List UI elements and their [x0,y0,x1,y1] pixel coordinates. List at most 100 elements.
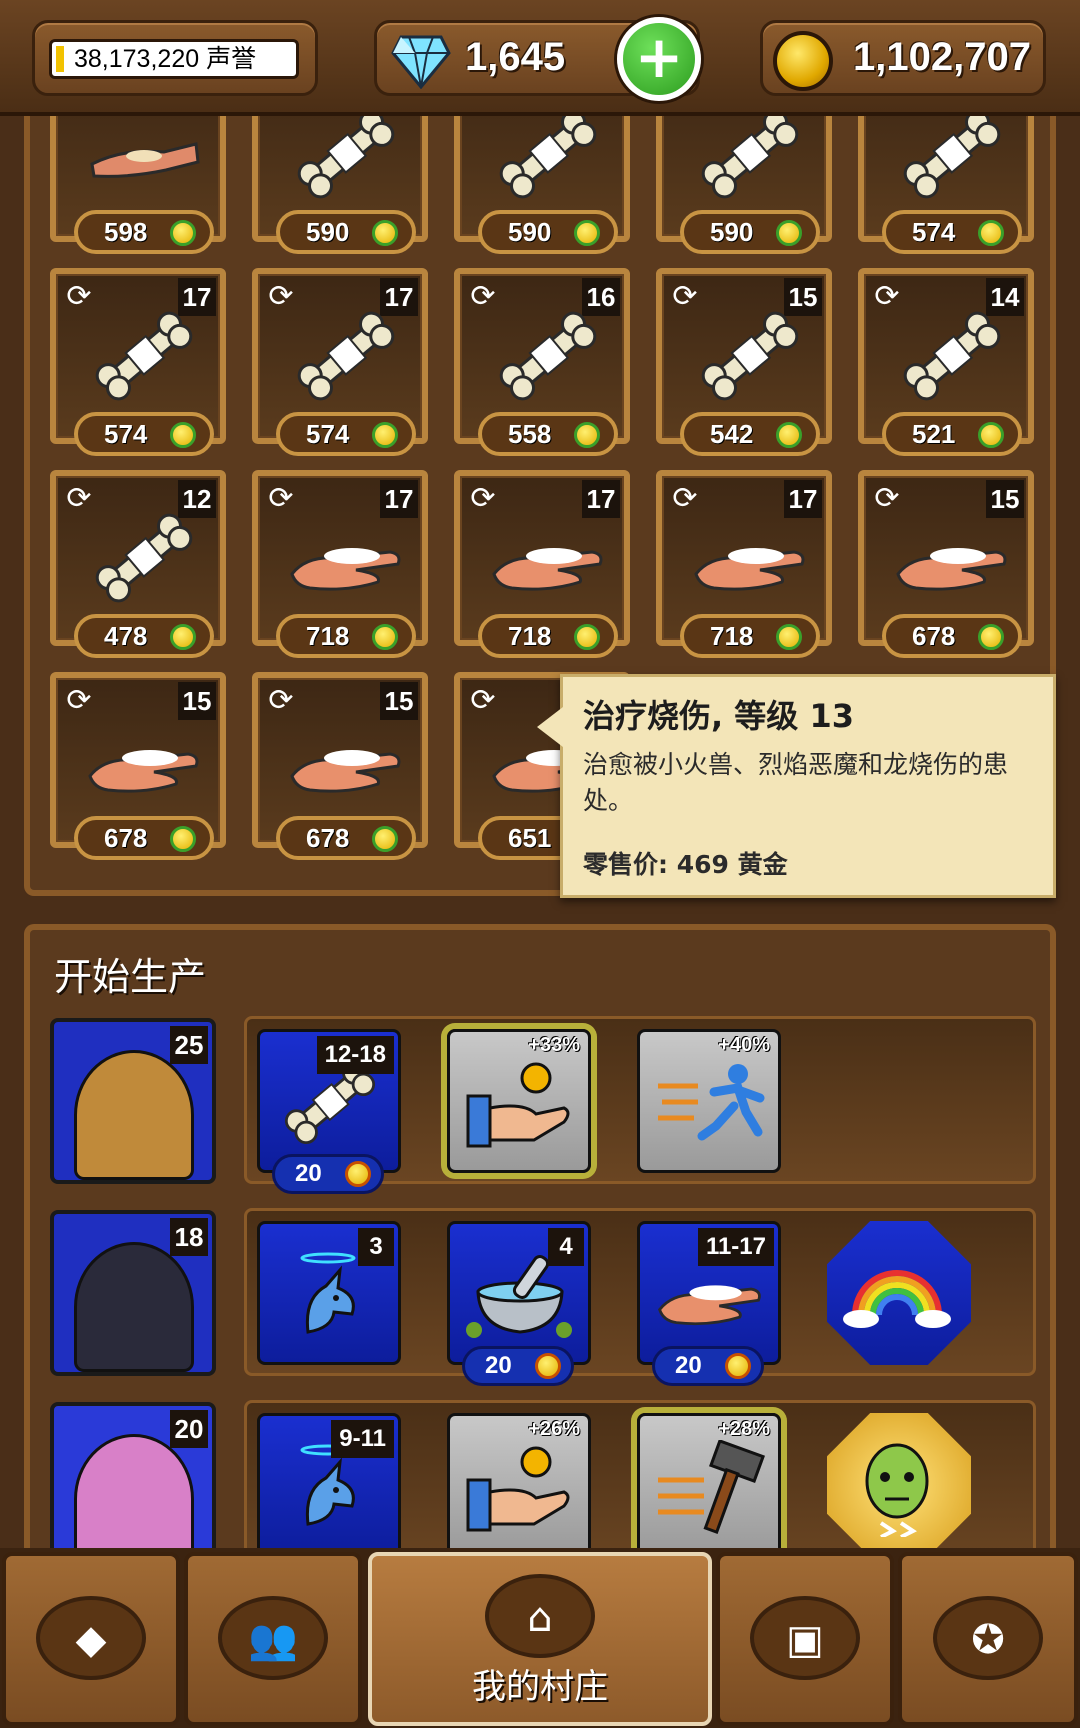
item-price: 558 [478,412,618,456]
card-cost-value: 20 [675,1352,702,1379]
bandaged-bone-icon [84,508,204,608]
item-price-value: 590 [508,217,552,247]
production-panel: 开始生产 25 12-18 20 +33% +40% 18 3 4 20 11-17 20 20 9-1… [24,924,1056,1564]
bandaged-bone-icon [892,104,1012,204]
bandaged-bone-icon [690,104,810,204]
inventory-slot[interactable]: ⟳ 15 678 [252,672,428,860]
tooltip-title: 治疗烧伤, 等级 13 [583,697,854,735]
item-price: 542 [680,412,820,456]
production-card-unicorn[interactable]: 3 [257,1221,401,1365]
gem-icon: ◆ [36,1596,146,1680]
burn-hand-icon [286,710,406,810]
item-tooltip: 治疗烧伤, 等级 13 治愈被小火兽、烈焰恶魔和龙烧伤的患处。 零售价: 469… [537,674,1056,898]
gold-panel[interactable]: 1,102,707 [760,20,1046,96]
nav-tab-gem[interactable]: ◆ [2,1552,180,1726]
bandaged-bone-icon [286,306,406,406]
gold-coin-icon [170,220,196,246]
bandaged-bone-icon [690,306,810,406]
gold-coin-icon [372,422,398,448]
card-cost: 20 [652,1346,764,1386]
production-card-unicorn[interactable]: 9-11 [257,1413,401,1557]
gold-coin-icon [725,1353,751,1379]
bandaged-bone-icon [84,306,204,406]
item-price-value: 718 [710,621,754,651]
item-price-value: 718 [508,621,552,651]
production-card-zombie[interactable] [827,1413,971,1557]
worker-portrait[interactable]: 20 [50,1402,216,1564]
bandaged-bone-icon [488,306,608,406]
card-bonus-percent: +40% [718,1034,770,1056]
item-price-value: 678 [306,823,350,853]
item-price: 574 [882,210,1022,254]
inventory-slot[interactable]: ⟳17574 [252,268,428,456]
gold-coin-icon [574,422,600,448]
inventory-slot[interactable]: ⟳ 16 558 [454,268,630,456]
item-price: 678 [276,816,416,860]
item-price-value: 574 [912,217,956,247]
item-price: 590 [478,210,618,254]
worker-avatar [74,1242,194,1372]
item-price: 590 [680,210,820,254]
production-card-bone[interactable]: 12-18 20 [257,1029,401,1194]
worker-portrait[interactable]: 25 [50,1018,216,1184]
inventory-slot[interactable]: ⟳ 15 678 [50,672,226,860]
inventory-slot[interactable]: ⟳ 17 718 [454,470,630,658]
inventory-slot[interactable]: ⟳17574 [858,96,1034,254]
run-icon [654,1056,766,1156]
gold-coin-icon [170,624,196,650]
nav-tab-house[interactable]: ⌂ 我的村庄 [368,1552,712,1726]
inventory-slot[interactable]: ⟳16590 [252,96,428,254]
tooltip-description: 治愈被小火兽、烈焰恶魔和龙烧伤的患处。 [583,750,1009,815]
item-price-value: 574 [306,419,350,449]
worker-level-badge: 25 [170,1026,208,1064]
production-card-sell[interactable]: +33% [447,1029,591,1173]
production-title: 开始生产 [54,955,207,999]
gold-coin-icon [978,220,1004,246]
inventory-slot[interactable]: ⟳ 17 718 [656,470,832,658]
inventory-slot[interactable]: ⟳12598 [50,96,226,254]
item-price-value: 598 [104,217,148,247]
production-card-mortar[interactable]: 4 20 [447,1221,591,1386]
item-price: 521 [882,412,1022,456]
burn-hand-icon [892,508,1012,608]
production-card-hand[interactable]: 11-17 20 [637,1221,781,1386]
hammer-icon [654,1438,766,1540]
item-price: 598 [74,210,214,254]
card-level-tag: 11-17 [697,1228,774,1266]
production-card-sell[interactable]: +26% [447,1413,591,1557]
gold-coin-icon [372,624,398,650]
gold-coin-icon [776,220,802,246]
inventory-slot[interactable]: ⟳ 15 678 [858,470,1034,658]
item-price-value: 678 [104,823,148,853]
item-price-value: 542 [710,419,754,449]
bandaged-bone-icon [488,104,608,204]
production-card-hammer[interactable]: +28% [637,1413,781,1557]
people-icon: 👥 [218,1596,328,1680]
inventory-slot[interactable]: ⟳ 12 478 [50,470,226,658]
house-icon: ⌂ [485,1574,595,1658]
production-card-run[interactable]: +40% [637,1029,781,1173]
item-price-value: 558 [508,419,552,449]
inventory-slot[interactable]: ⟳ 17 718 [252,470,428,658]
inventory-slot[interactable]: ⟳16590 [656,96,832,254]
nav-tab-people[interactable]: 👥 [184,1552,362,1726]
production-card-rainbow[interactable] [827,1221,971,1365]
nav-tab-chest[interactable]: ▣ [716,1552,894,1726]
inventory-slot[interactable]: ⟳16590 [454,96,630,254]
inventory-slot[interactable]: ⟳17574 [50,268,226,456]
gold-coin-icon [170,422,196,448]
buy-gems-plus-button[interactable]: + [617,17,701,101]
worker-portrait[interactable]: 18 [50,1210,216,1376]
gold-coin-icon [773,31,833,91]
item-price: 574 [276,412,416,456]
inventory-slot[interactable]: ⟳ 15 542 [656,268,832,456]
reputation-panel[interactable]: 38,173,220 声誉 [32,20,318,96]
gold-coin-icon [535,1353,561,1379]
gem-panel[interactable]: 1,645 + [374,17,701,101]
inventory-slot[interactable]: ⟳ 14 521 [858,268,1034,456]
nav-tab-award[interactable]: ✪ [898,1552,1078,1726]
card-cost-value: 20 [295,1160,322,1187]
production-shelf: 12-18 20 +33% +40% [244,1016,1036,1194]
card-cost-value: 20 [485,1352,512,1379]
bandaged-bone-icon [892,306,1012,406]
